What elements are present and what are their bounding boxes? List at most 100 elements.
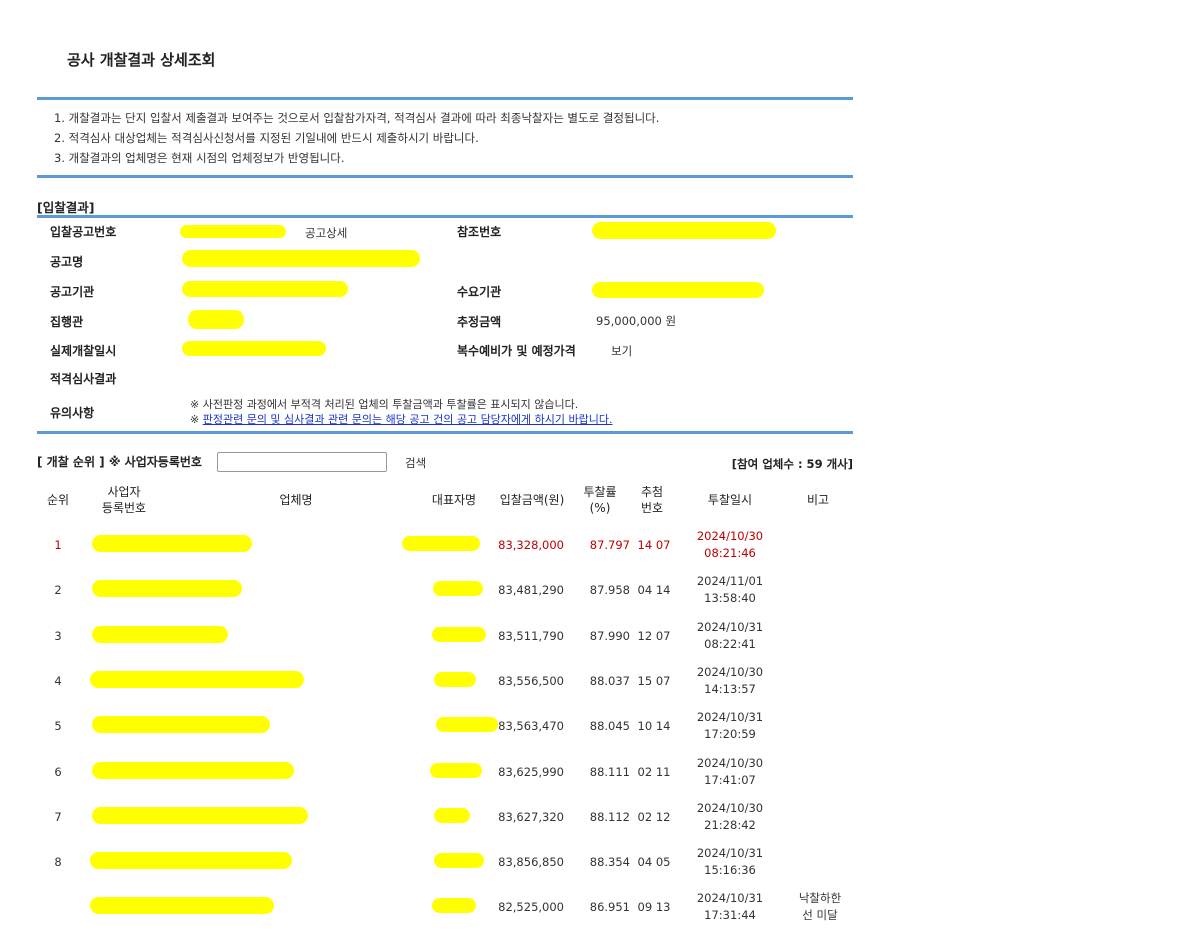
label-demand-agency: 수요기관 [457,285,502,299]
row-rank: 5 [54,719,62,733]
row-bid-time: 08:22:41 [704,637,756,651]
row-rank: 1 [54,538,62,552]
participant-count: [참여 업체수 : 59 개사] [731,457,853,471]
col-header-bid-amount: 입찰금액(원) [499,493,565,507]
row-rank: 2 [54,583,62,597]
label-notice-no: 입찰공고번호 [50,225,117,239]
row-bid-date: 2024/10/31 [696,846,764,860]
notice-list: 1. 개찰결과는 단지 입찰서 제출결과 보여주는 것으로서 입찰참가자격, 적… [54,108,659,168]
col-header-rank: 순위 [46,493,70,507]
redacted-rep-name [434,672,476,687]
row-bid-rate: 88.111 [589,765,630,779]
notice-item: 1. 개찰결과는 단지 입찰서 제출결과 보여주는 것으로서 입찰참가자격, 적… [54,111,660,125]
row-draw-no: 02 12 [637,810,671,824]
label-agency: 공고기관 [50,285,95,299]
label-notice-name: 공고명 [50,255,84,269]
redacted-notice-name [182,250,420,267]
redacted-company-info [92,807,308,824]
redacted-executor [188,310,244,329]
row-bid-rate: 88.045 [589,719,630,733]
biz-no-search-input[interactable] [217,452,387,472]
redacted-rep-name [432,898,476,913]
redacted-notice-no [180,225,286,238]
label-caution: 유의사항 [50,406,95,420]
row-draw-no: 14 07 [637,538,671,552]
row-draw-no: 04 05 [637,855,671,869]
row-rank: 8 [54,855,62,869]
row-draw-no: 04 14 [637,583,671,597]
row-draw-no: 15 07 [637,674,671,688]
row-bid-rate: 88.112 [589,810,630,824]
caution-note-2: ※ 판정관련 문의 및 심사결과 관련 문의는 해당 공고 건의 공고 담당자에… [190,411,613,427]
redacted-agency [182,281,348,297]
redacted-company-info [90,671,304,688]
row-bid-amount: 83,481,290 [498,583,564,597]
row-bid-date: 2024/10/31 [696,891,764,905]
divider [37,215,853,218]
ranking-title: [ 개찰 순위 ] ※ 사업자등록번호 [37,455,202,469]
row-remark: 낙찰하한 선 미달 [798,891,842,922]
redacted-ref-no [592,222,776,239]
col-header-draw-no: 추첨 번호 [640,485,664,515]
row-bid-time: 14:13:57 [704,682,756,696]
row-bid-time: 21:28:42 [704,818,756,832]
redacted-company-info [92,535,252,552]
caution-prefix: ※ [190,413,203,426]
notice-detail-link[interactable]: 공고상세 [305,225,347,241]
row-bid-amount: 83,556,500 [498,674,564,688]
row-draw-no: 09 13 [637,900,671,914]
redacted-company-info [92,762,294,779]
row-draw-no: 02 11 [637,765,671,779]
row-bid-date: 2024/11/01 [696,574,764,588]
row-bid-date: 2024/10/30 [696,756,764,770]
section-title-bid-result: [입찰결과] [37,200,95,215]
row-bid-amount: 83,328,000 [498,538,564,552]
redacted-rep-name [434,808,470,823]
col-header-biz-no: 사업자 등록번호 [101,485,147,515]
redacted-company-info [92,626,228,643]
row-rank: 7 [54,810,62,824]
est-price-value: 95,000,000 원 [596,314,677,328]
redacted-rep-name [432,627,486,642]
row-bid-amount: 83,563,470 [498,719,564,733]
row-bid-date: 2024/10/30 [696,665,764,679]
divider [37,97,853,100]
caution-inquiry-link[interactable]: 판정관련 문의 및 심사결과 관련 문의는 해당 공고 건의 공고 담당자에게 … [203,413,613,426]
redacted-rep-name [433,581,483,596]
label-est-price: 추정금액 [457,315,502,329]
page-title: 공사 개찰결과 상세조회 [67,51,216,69]
label-executor: 집행관 [50,315,84,329]
row-bid-rate: 87.797 [589,538,630,552]
row-bid-date: 2024/10/30 [696,801,764,815]
multi-price-view-link[interactable]: 보기 [611,343,632,359]
row-bid-amount: 82,525,000 [498,900,564,914]
redacted-company-info [90,852,292,869]
notice-item: 3. 개찰결과의 업체명은 현재 시점의 업체정보가 반영됩니다. [54,151,345,165]
row-rank: 4 [54,674,62,688]
row-bid-amount: 83,627,320 [498,810,564,824]
redacted-demand-agency [592,282,764,298]
row-bid-rate: 87.990 [589,629,630,643]
col-header-bid-rate: 투찰률 (%) [583,485,617,515]
row-bid-date: 2024/10/31 [696,620,764,634]
col-header-remark: 비고 [806,493,830,507]
row-bid-time: 15:16:36 [704,863,756,877]
redacted-company-info [90,897,274,914]
col-header-rep: 대표자명 [431,493,477,507]
col-header-company: 업체명 [279,493,313,507]
redacted-company-info [92,716,270,733]
row-bid-date: 2024/10/30 [696,529,764,543]
row-bid-amount: 83,856,850 [498,855,564,869]
label-ref-no: 참조번호 [457,225,502,239]
row-bid-time: 13:58:40 [704,591,756,605]
redacted-rep-name [402,536,480,551]
row-bid-time: 17:31:44 [704,908,756,922]
row-bid-amount: 83,511,790 [498,629,564,643]
divider [37,431,853,434]
row-bid-rate: 86.951 [589,900,630,914]
row-bid-rate: 88.354 [589,855,630,869]
row-bid-time: 17:41:07 [704,773,756,787]
row-bid-time: 08:21:46 [704,546,756,560]
search-button[interactable]: 검색 [405,455,426,471]
col-header-bid-time: 투찰일시 [707,493,753,507]
